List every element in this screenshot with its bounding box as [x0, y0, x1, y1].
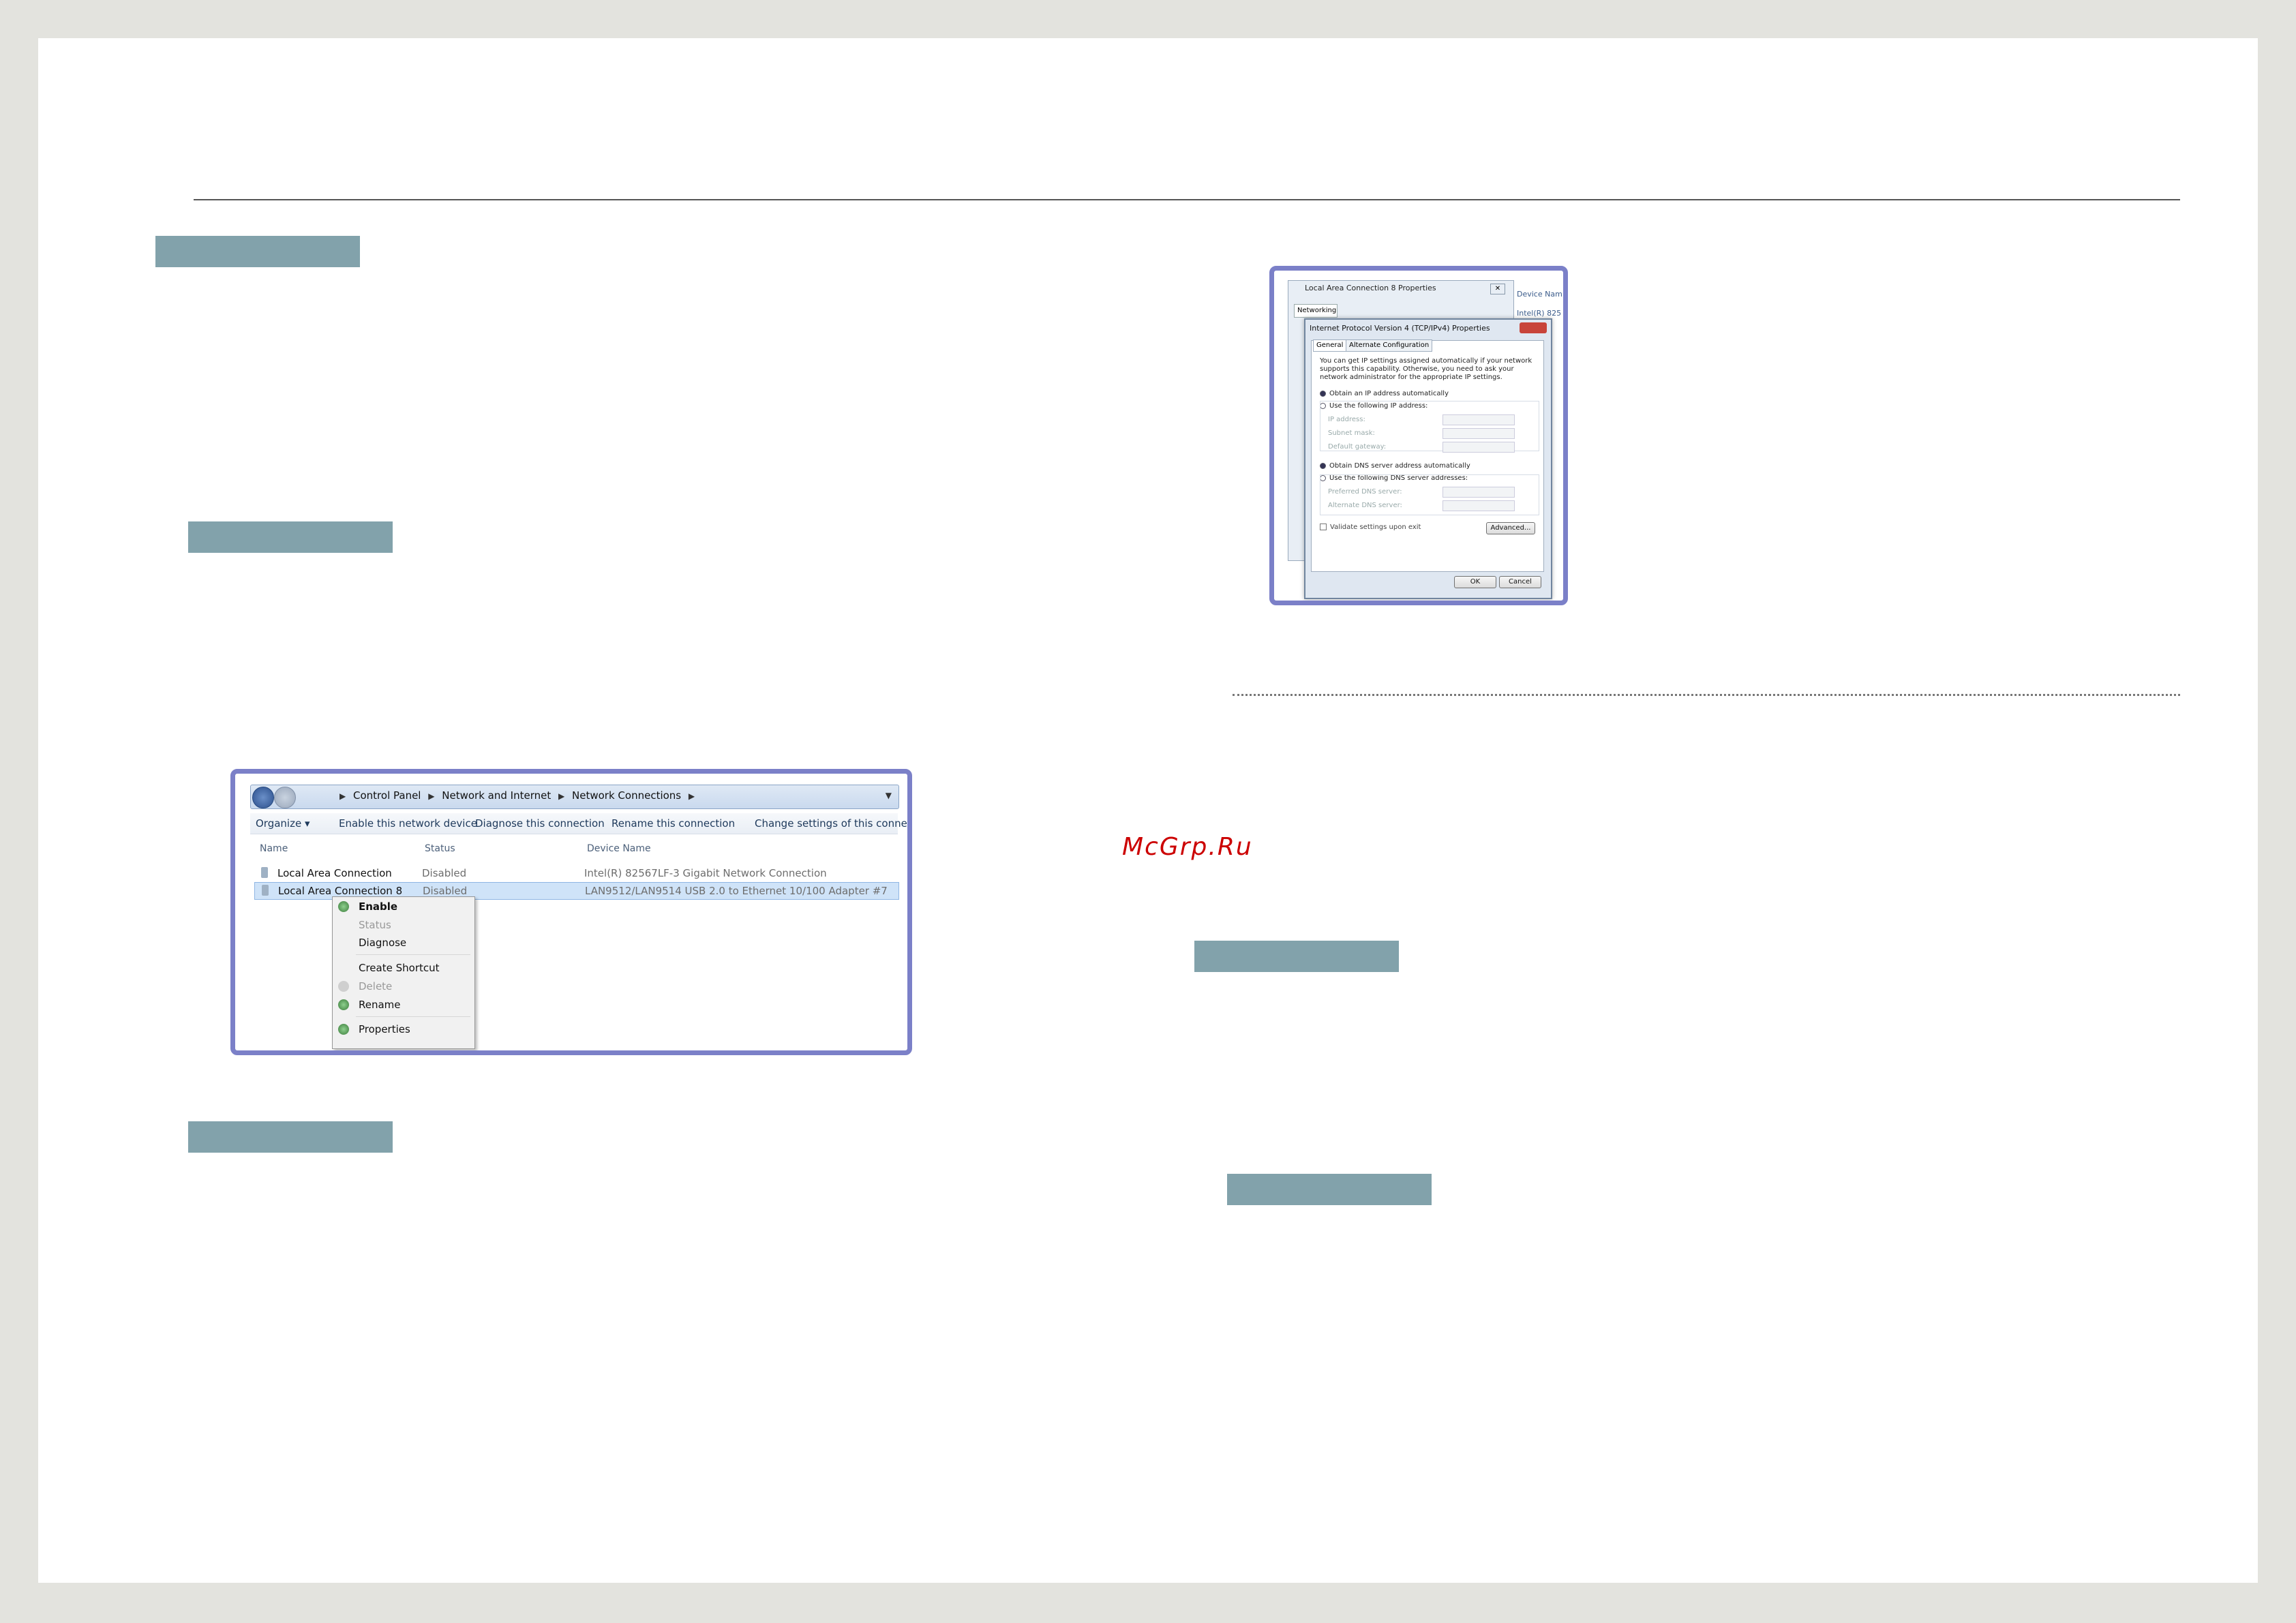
forward-button[interactable]: [274, 787, 296, 808]
menu-item-enable[interactable]: Enable: [359, 900, 397, 913]
advanced-button[interactable]: Advanced...: [1486, 522, 1535, 534]
cancel-button[interactable]: Cancel: [1499, 576, 1541, 588]
preferred-dns-label: Preferred DNS server:: [1328, 488, 1402, 496]
validate-checkbox[interactable]: Validate settings upon exit: [1320, 524, 1421, 531]
close-button[interactable]: [1520, 322, 1547, 333]
shield-icon: [338, 999, 349, 1010]
menu-item-diagnose[interactable]: Diagnose: [359, 937, 406, 949]
connection-status: Disabled: [423, 885, 468, 897]
connection-name: Local Area Connection 8: [278, 885, 403, 897]
organize-button[interactable]: Organize ▾: [256, 817, 310, 830]
breadcrumb-network-connections[interactable]: Network Connections: [572, 789, 681, 802]
column-header-status[interactable]: Status: [425, 843, 455, 854]
subnet-mask-label: Subnet mask:: [1328, 429, 1375, 437]
shield-icon: [338, 1024, 349, 1035]
breadcrumb-network-internet[interactable]: Network and Internet: [442, 789, 551, 802]
manual-page: McGrp.Ru ▶ Control Panel ▶ Network and I…: [38, 38, 2258, 1583]
watermark: McGrp.Ru: [1122, 833, 1253, 861]
context-menu: Enable Status Diagnose Create Shortcut D…: [332, 896, 475, 1049]
side-column-label: Device Nam: [1517, 290, 1562, 299]
connection-row[interactable]: Local Area Connection Disabled Intel(R) …: [254, 865, 898, 881]
network-connections-screenshot: ▶ Control Panel ▶ Network and Internet ▶…: [230, 769, 912, 1055]
rename-button[interactable]: Rename this connection: [611, 817, 735, 830]
dns-auto-label: Obtain DNS server address automatically: [1329, 462, 1470, 470]
section-bar-5: [1227, 1174, 1432, 1205]
header-rule: [194, 199, 2180, 200]
command-toolbar: Organize ▾ Enable this network device Di…: [250, 813, 907, 834]
menu-item-status[interactable]: Status: [359, 919, 391, 931]
alternate-dns-field[interactable]: [1442, 500, 1515, 511]
network-adapter-icon: [262, 885, 269, 896]
default-gateway-field[interactable]: [1442, 442, 1515, 453]
preferred-dns-field[interactable]: [1442, 487, 1515, 498]
chevron-right-icon: ▶: [558, 791, 565, 801]
address-bar[interactable]: ▶ Control Panel ▶ Network and Internet ▶…: [250, 785, 899, 809]
chevron-down-icon[interactable]: ▼: [886, 791, 892, 800]
connection-status: Disabled: [422, 867, 467, 879]
subnet-mask-field[interactable]: [1442, 428, 1515, 439]
connection-name: Local Area Connection: [277, 867, 392, 879]
ip-address-field[interactable]: [1442, 414, 1515, 425]
alternate-dns-label: Alternate DNS server:: [1328, 502, 1402, 509]
menu-item-delete[interactable]: Delete: [359, 980, 392, 992]
delete-icon: [338, 981, 349, 992]
diagnose-button[interactable]: Diagnose this connection: [475, 817, 605, 830]
change-settings-button[interactable]: Change settings of this connecti: [755, 817, 907, 830]
side-column-label: Intel(R) 825: [1517, 309, 1562, 318]
ip-auto-radio[interactable]: Obtain an IP address automatically: [1320, 390, 1449, 397]
section-bar-2: [188, 521, 393, 553]
menu-item-rename[interactable]: Rename: [359, 999, 401, 1011]
connection-device: LAN9512/LAN9514 USB 2.0 to Ethernet 10/1…: [585, 885, 888, 897]
dialog-title: Internet Protocol Version 4 (TCP/IPv4) P…: [1310, 324, 1490, 333]
section-bar-1: [155, 236, 360, 267]
default-gateway-label: Default gateway:: [1328, 443, 1387, 451]
menu-divider: [356, 954, 470, 955]
shield-icon: [338, 901, 349, 912]
section-bar-4: [1194, 941, 1399, 972]
column-header-name[interactable]: Name: [260, 843, 288, 854]
menu-item-properties[interactable]: Properties: [359, 1023, 410, 1035]
tab-general[interactable]: General: [1313, 339, 1347, 352]
ipv4-properties-screenshot: Local Area Connection 8 Properties ✕ Net…: [1269, 266, 1568, 605]
column-header-device[interactable]: Device Name: [587, 843, 651, 854]
chevron-right-icon: ▶: [688, 791, 695, 801]
tab-alternate-configuration[interactable]: Alternate Configuration: [1346, 339, 1433, 352]
menu-item-create-shortcut[interactable]: Create Shortcut: [359, 962, 440, 974]
tab-networking[interactable]: Networking: [1294, 304, 1338, 318]
back-button[interactable]: [252, 787, 274, 808]
ip-auto-label: Obtain an IP address automatically: [1329, 390, 1449, 397]
dotted-divider: [1233, 694, 2180, 696]
connection-device: Intel(R) 82567LF-3 Gigabit Network Conne…: [584, 867, 827, 879]
breadcrumb: ▶ Control Panel ▶ Network and Internet ▶…: [339, 789, 699, 802]
chevron-right-icon: ▶: [428, 791, 435, 801]
description-text: You can get IP settings assigned automat…: [1320, 357, 1532, 381]
menu-divider: [356, 1016, 470, 1017]
ipv4-properties-dialog: Internet Protocol Version 4 (TCP/IPv4) P…: [1304, 318, 1552, 599]
dialog-body: General Alternate Configuration You can …: [1311, 339, 1544, 572]
enable-device-button[interactable]: Enable this network device: [339, 817, 477, 830]
dialog-title: Local Area Connection 8 Properties: [1305, 284, 1436, 292]
breadcrumb-control-panel[interactable]: Control Panel: [353, 789, 421, 802]
section-bar-3: [188, 1121, 393, 1153]
ok-button[interactable]: OK: [1454, 576, 1496, 588]
validate-label: Validate settings upon exit: [1330, 524, 1421, 531]
ip-address-label: IP address:: [1328, 416, 1365, 423]
close-icon[interactable]: ✕: [1490, 284, 1505, 294]
chevron-right-icon: ▶: [339, 791, 346, 801]
network-adapter-icon: [261, 867, 268, 878]
dns-auto-radio[interactable]: Obtain DNS server address automatically: [1320, 462, 1470, 470]
